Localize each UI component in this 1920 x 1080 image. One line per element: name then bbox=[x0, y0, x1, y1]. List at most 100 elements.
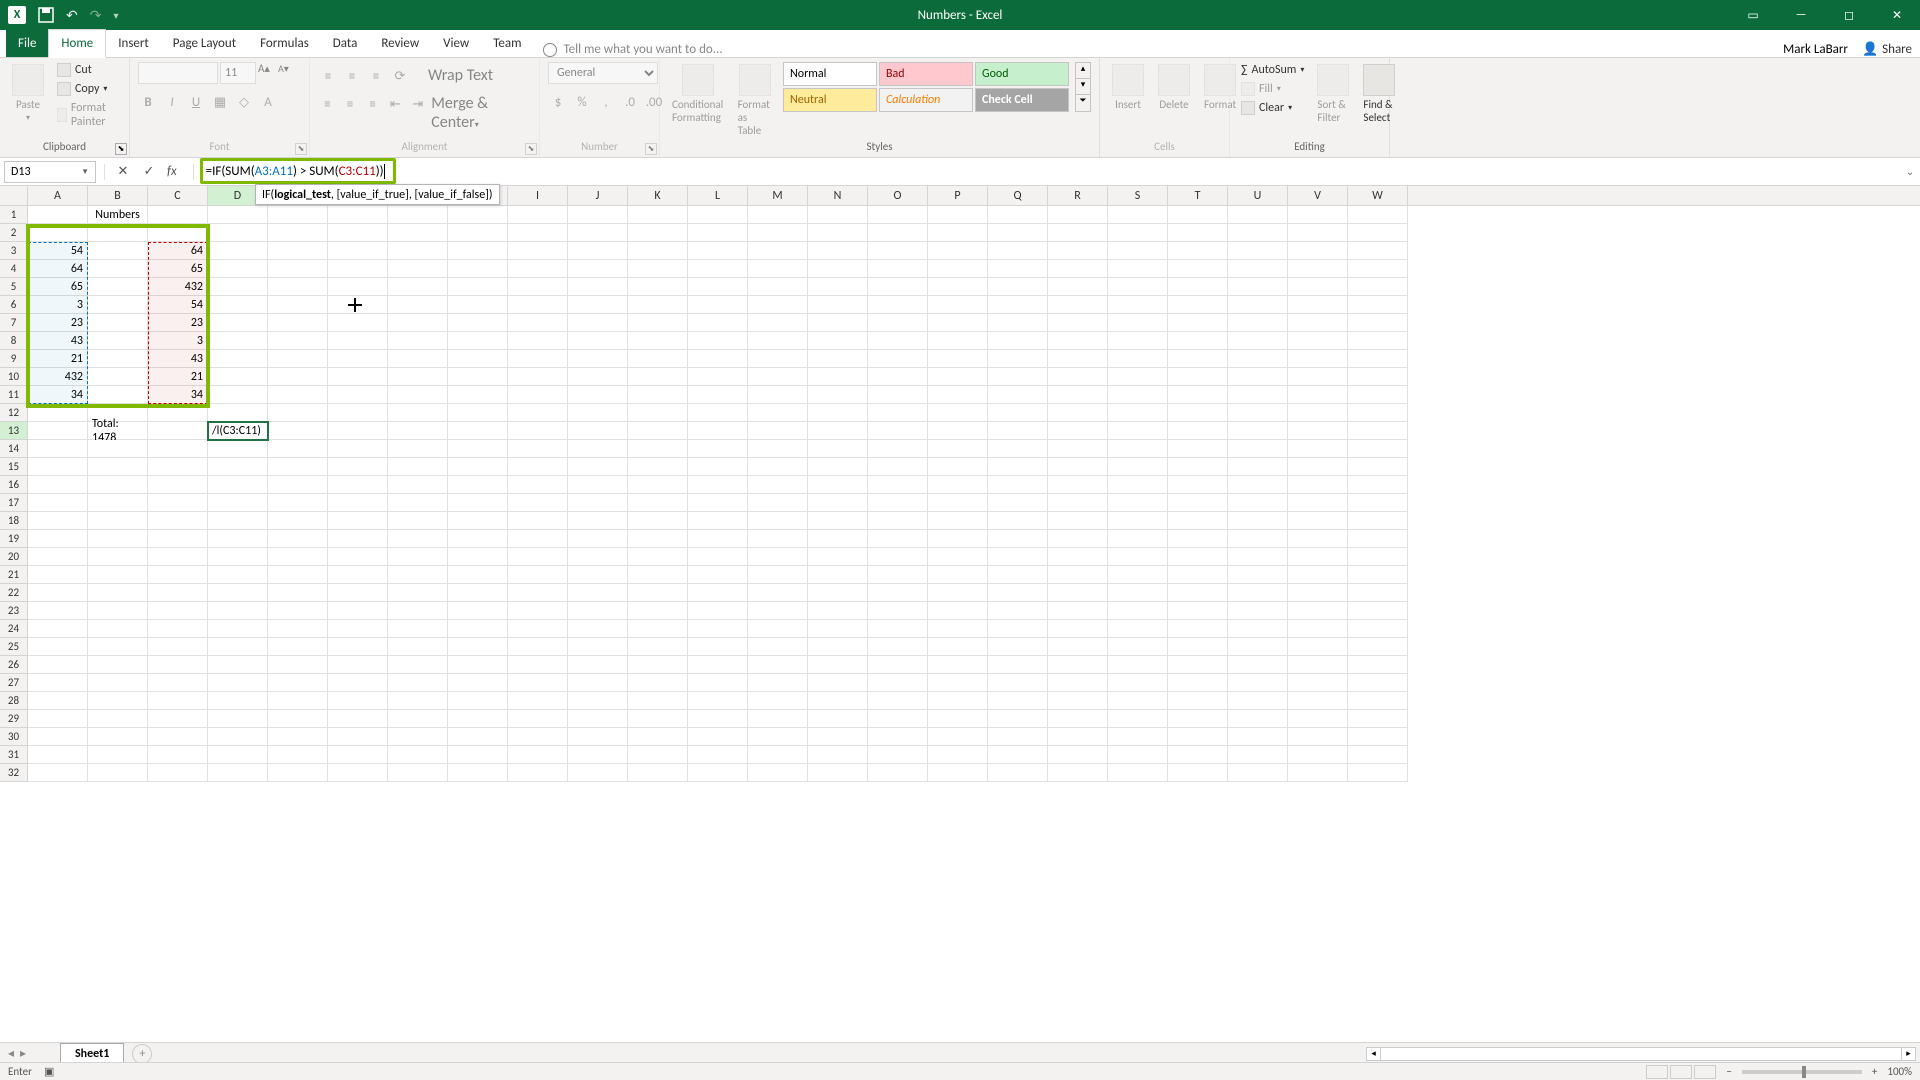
cell-V20[interactable] bbox=[1288, 548, 1348, 566]
cell-H1[interactable] bbox=[448, 206, 508, 224]
row-header-24[interactable]: 24 bbox=[0, 620, 28, 638]
cell-C28[interactable] bbox=[148, 692, 208, 710]
cell-W18[interactable] bbox=[1348, 512, 1408, 530]
cell-P20[interactable] bbox=[928, 548, 988, 566]
cell-K6[interactable] bbox=[628, 296, 688, 314]
cell-A31[interactable] bbox=[28, 746, 88, 764]
cell-O10[interactable] bbox=[868, 368, 928, 386]
view-page-break-button[interactable] bbox=[1694, 1065, 1716, 1079]
cell-A27[interactable] bbox=[28, 674, 88, 692]
cell-C16[interactable] bbox=[148, 476, 208, 494]
row-header-14[interactable]: 14 bbox=[0, 440, 28, 458]
row-header-29[interactable]: 29 bbox=[0, 710, 28, 728]
cell-I21[interactable] bbox=[508, 566, 568, 584]
cell-W20[interactable] bbox=[1348, 548, 1408, 566]
cell-C13[interactable] bbox=[148, 422, 208, 440]
cell-U5[interactable] bbox=[1228, 278, 1288, 296]
cell-Q7[interactable] bbox=[988, 314, 1048, 332]
column-header-r[interactable]: R bbox=[1048, 186, 1108, 205]
cell-R26[interactable] bbox=[1048, 656, 1108, 674]
cell-M8[interactable] bbox=[748, 332, 808, 350]
cell-B25[interactable] bbox=[88, 638, 148, 656]
cell-V14[interactable] bbox=[1288, 440, 1348, 458]
comma-button[interactable]: , bbox=[596, 92, 616, 112]
align-top-button[interactable]: ≡ bbox=[318, 66, 338, 86]
cell-S21[interactable] bbox=[1108, 566, 1168, 584]
cell-R15[interactable] bbox=[1048, 458, 1108, 476]
enter-formula-button[interactable]: ✓ bbox=[141, 164, 157, 180]
cell-V5[interactable] bbox=[1288, 278, 1348, 296]
cell-P26[interactable] bbox=[928, 656, 988, 674]
cell-I3[interactable] bbox=[508, 242, 568, 260]
cell-G9[interactable] bbox=[388, 350, 448, 368]
cell-U28[interactable] bbox=[1228, 692, 1288, 710]
cell-T25[interactable] bbox=[1168, 638, 1228, 656]
cell-N16[interactable] bbox=[808, 476, 868, 494]
cell-W7[interactable] bbox=[1348, 314, 1408, 332]
cell-P29[interactable] bbox=[928, 710, 988, 728]
cell-T19[interactable] bbox=[1168, 530, 1228, 548]
redo-button[interactable]: ↷ bbox=[90, 7, 102, 24]
cell-W32[interactable] bbox=[1348, 764, 1408, 782]
cell-U18[interactable] bbox=[1228, 512, 1288, 530]
cell-K22[interactable] bbox=[628, 584, 688, 602]
cell-P1[interactable] bbox=[928, 206, 988, 224]
cell-V9[interactable] bbox=[1288, 350, 1348, 368]
cell-D2[interactable] bbox=[208, 224, 268, 242]
cell-I31[interactable] bbox=[508, 746, 568, 764]
cell-F19[interactable] bbox=[328, 530, 388, 548]
cell-D23[interactable] bbox=[208, 602, 268, 620]
cell-A21[interactable] bbox=[28, 566, 88, 584]
view-page-layout-button[interactable] bbox=[1670, 1065, 1692, 1079]
cell-K29[interactable] bbox=[628, 710, 688, 728]
cell-O29[interactable] bbox=[868, 710, 928, 728]
cell-Q15[interactable] bbox=[988, 458, 1048, 476]
cell-Q31[interactable] bbox=[988, 746, 1048, 764]
cell-B9[interactable] bbox=[88, 350, 148, 368]
cell-I1[interactable] bbox=[508, 206, 568, 224]
cell-V16[interactable] bbox=[1288, 476, 1348, 494]
cell-U22[interactable] bbox=[1228, 584, 1288, 602]
cell-B5[interactable] bbox=[88, 278, 148, 296]
cell-I30[interactable] bbox=[508, 728, 568, 746]
tab-page-layout[interactable]: Page Layout bbox=[161, 30, 248, 57]
cell-S3[interactable] bbox=[1108, 242, 1168, 260]
indent-increase-button[interactable]: ⇥ bbox=[409, 94, 428, 114]
cell-L8[interactable] bbox=[688, 332, 748, 350]
row-header-23[interactable]: 23 bbox=[0, 602, 28, 620]
cell-W15[interactable] bbox=[1348, 458, 1408, 476]
cell-O12[interactable] bbox=[868, 404, 928, 422]
spreadsheet-grid[interactable]: ABCDEFGHIJKLMNOPQRSTUVW 1Numbers23546446… bbox=[0, 186, 1920, 1046]
row-header-12[interactable]: 12 bbox=[0, 404, 28, 422]
cell-F8[interactable] bbox=[328, 332, 388, 350]
cell-A4[interactable]: 64 bbox=[28, 260, 88, 278]
cell-S27[interactable] bbox=[1108, 674, 1168, 692]
cell-L1[interactable] bbox=[688, 206, 748, 224]
cell-S19[interactable] bbox=[1108, 530, 1168, 548]
autosum-button[interactable]: ∑AutoSum▾ bbox=[1238, 62, 1307, 78]
cell-O17[interactable] bbox=[868, 494, 928, 512]
cell-C23[interactable] bbox=[148, 602, 208, 620]
cell-P7[interactable] bbox=[928, 314, 988, 332]
cell-E18[interactable] bbox=[268, 512, 328, 530]
cell-Q13[interactable] bbox=[988, 422, 1048, 440]
cell-P12[interactable] bbox=[928, 404, 988, 422]
row-header-25[interactable]: 25 bbox=[0, 638, 28, 656]
cell-E10[interactable] bbox=[268, 368, 328, 386]
cell-I18[interactable] bbox=[508, 512, 568, 530]
cell-B13[interactable]: Total: 1478 bbox=[88, 422, 148, 440]
cell-P5[interactable] bbox=[928, 278, 988, 296]
cell-B14[interactable] bbox=[88, 440, 148, 458]
paste-button[interactable]: Paste ▾ bbox=[8, 62, 48, 125]
cell-F25[interactable] bbox=[328, 638, 388, 656]
cell-K11[interactable] bbox=[628, 386, 688, 404]
cell-P16[interactable] bbox=[928, 476, 988, 494]
column-header-j[interactable]: J bbox=[568, 186, 628, 205]
column-header-l[interactable]: L bbox=[688, 186, 748, 205]
row-header-2[interactable]: 2 bbox=[0, 224, 28, 242]
cell-G29[interactable] bbox=[388, 710, 448, 728]
column-header-w[interactable]: W bbox=[1348, 186, 1408, 205]
fx-icon[interactable]: fx bbox=[167, 164, 177, 179]
cell-M22[interactable] bbox=[748, 584, 808, 602]
cell-B17[interactable] bbox=[88, 494, 148, 512]
